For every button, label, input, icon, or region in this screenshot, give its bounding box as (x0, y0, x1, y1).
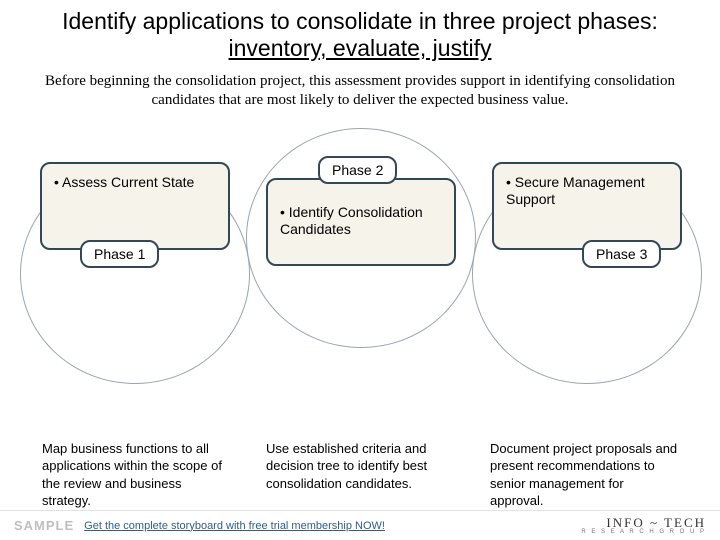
tag-phase-3: Phase 3 (582, 240, 661, 268)
desc-phase-1: Map business functions to all applicatio… (42, 440, 230, 510)
phase-diagram: Assess Current State Phase 1 Identify Co… (0, 134, 720, 434)
card-phase-3-bullet: Secure Management Support (506, 174, 668, 209)
card-phase-3: Secure Management Support (492, 162, 682, 250)
logo-brand: INFO ~ TECH (606, 515, 706, 530)
phase-descriptions: Map business functions to all applicatio… (0, 440, 720, 510)
desc-phase-2: Use established criteria and decision tr… (266, 440, 454, 510)
title-text: Identify applications to consolidate in … (62, 8, 658, 34)
desc-phase-3: Document project proposals and present r… (490, 440, 678, 510)
sample-watermark: SAMPLE (14, 518, 74, 533)
footer: SAMPLE Get the complete storyboard with … (0, 510, 720, 540)
card-phase-1: Assess Current State (40, 162, 230, 250)
card-phase-2: Identify Consolidation Candidates (266, 178, 456, 266)
card-phase-2-bullet: Identify Consolidation Candidates (280, 204, 442, 239)
infotech-logo: INFO ~ TECH R E S E A R C H G R O U P (581, 516, 706, 535)
title-underline: inventory, evaluate, justify (229, 35, 492, 61)
intro-text: Before beginning the consolidation proje… (0, 66, 720, 110)
logo-sub: R E S E A R C H G R O U P (581, 529, 706, 535)
tag-phase-2: Phase 2 (318, 156, 397, 184)
tag-phase-1: Phase 1 (80, 240, 159, 268)
card-phase-1-bullet: Assess Current State (54, 174, 216, 192)
storyboard-link[interactable]: Get the complete storyboard with free tr… (84, 520, 385, 532)
slide-title: Identify applications to consolidate in … (0, 0, 720, 66)
